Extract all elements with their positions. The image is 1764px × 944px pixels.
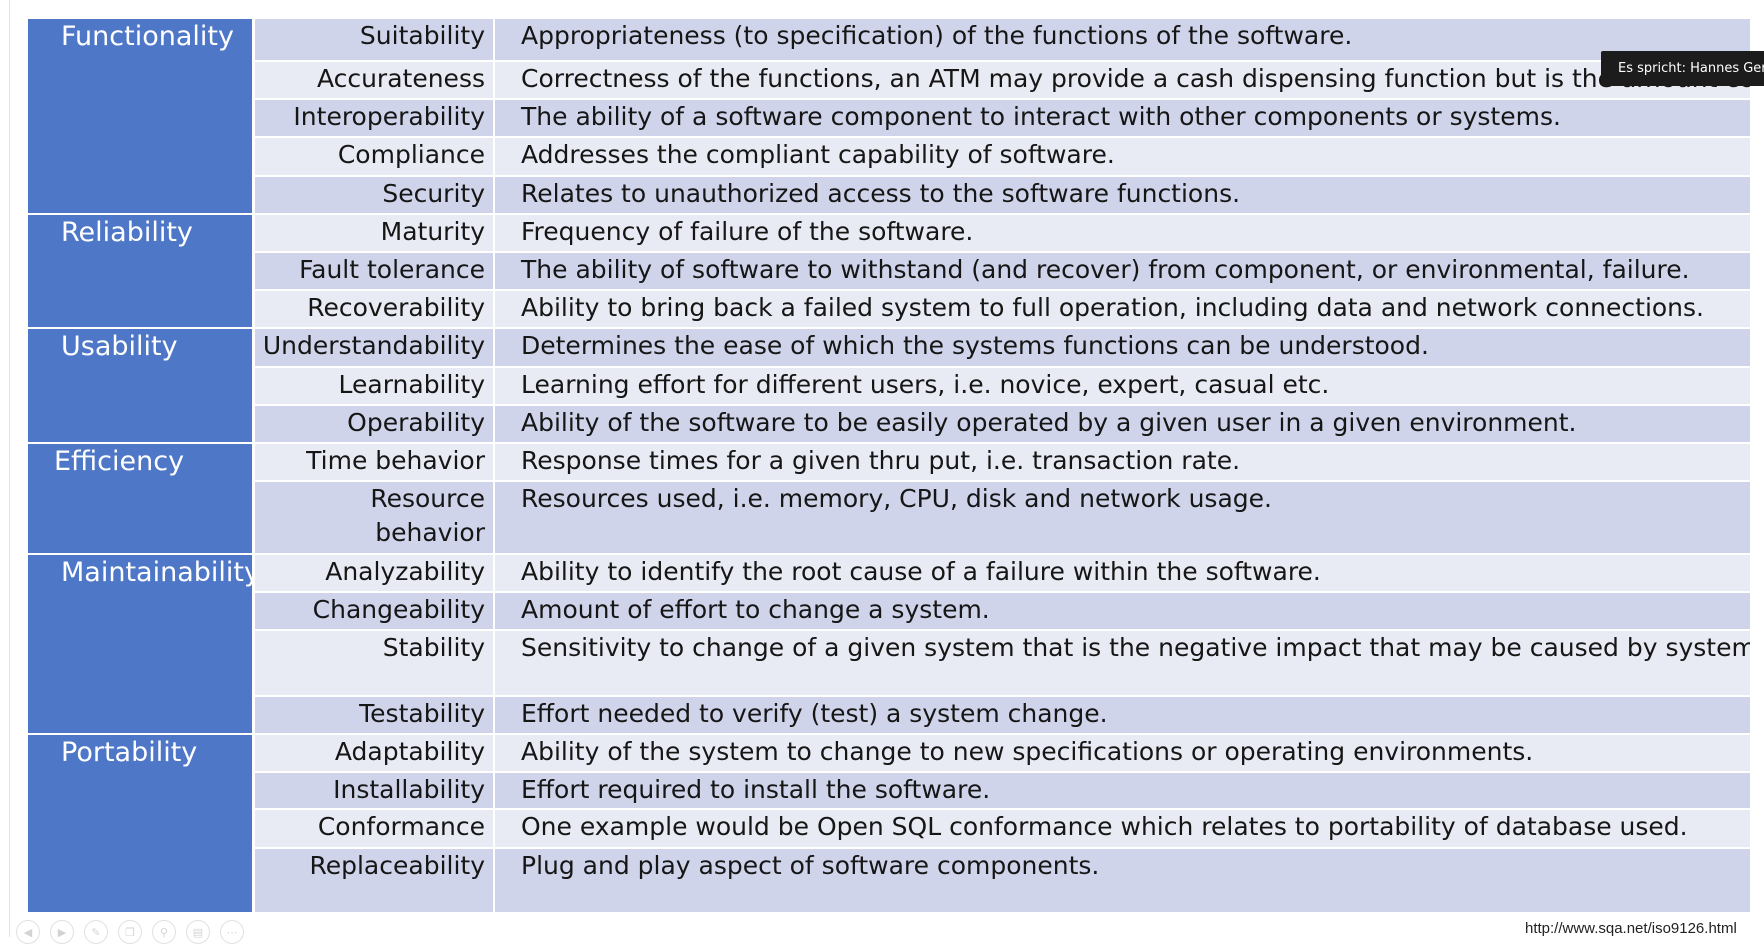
table-row: Fault tolerance The ability of software … [28,252,1750,291]
subcharacteristic-label: Changeability [255,593,495,632]
description-cell: Determines the ease of which the systems… [495,328,1750,368]
table-row: Changeability Amount of effort to change… [28,593,1750,632]
pen-icon[interactable]: ✎ [84,920,108,944]
table-row: Accurateness Correctness of the function… [28,62,1750,101]
subcharacteristic-label: Testability [255,696,495,735]
subcharacteristic-label: Suitability [255,19,495,63]
description-cell: Sensitivity to change of a given system … [495,631,1750,697]
description-cell: Amount of effort to change a system. [495,593,1750,632]
subcharacteristic-label: Understandability [255,328,495,368]
copy-icon[interactable]: ❐ [118,920,142,944]
description-cell: Resources used, i.e. memory, CPU, disk a… [495,481,1750,556]
description-cell: Appropriateness (to specification) of th… [495,19,1750,63]
description-cell: Plug and play aspect of software compone… [495,849,1750,914]
table-row: Recoverability Ability to bring back a f… [28,290,1750,329]
description-cell: Ability of the system to change to new s… [495,734,1750,773]
subcharacteristic-label: Fault tolerance [255,252,495,291]
description-cell: Correctness of the functions, an ATM may… [495,62,1750,101]
subcharacteristic-label: Replaceability [255,849,495,914]
description-cell: Ability to identify the root cause of a … [495,555,1750,594]
subcharacteristic-label: Recoverability [255,290,495,329]
iso-9126-quality-table: Functionality Suitability Appropriatenes… [28,19,1750,914]
table-row: Compliance Addresses the compliant capab… [28,138,1750,178]
subcharacteristic-label: Installability [255,772,495,811]
slide-nav-toolbar: ◀ ▶ ✎ ❐ ⚲ ▤ ⋯ [16,920,244,944]
source-link[interactable]: http://www.sqa.net/iso9126.html [1525,920,1737,937]
description-cell: Effort required to install the software. [495,772,1750,811]
table-row: Portability Adaptability Ability of the … [28,734,1750,914]
table-row: Installability Effort required to instal… [28,772,1750,811]
subcharacteristic-label: Resource behavior [255,481,495,556]
description-cell: Frequency of failure of the software. [495,215,1750,253]
subcharacteristic-label: Maturity [255,215,495,253]
subcharacteristic-label: Operability [255,405,495,444]
table-row: Replaceability Plug and play aspect of s… [28,849,1750,914]
window-edge [9,0,10,937]
description-cell: Addresses the compliant capability of so… [495,138,1750,178]
table-row: Conformance One example would be Open SQ… [28,810,1750,850]
table-row: Reliability Maturity Frequency of failur… [28,215,1750,329]
table-row: Security Relates to unauthorized access … [28,177,1750,216]
subcharacteristic-label: Conformance [255,810,495,850]
subcharacteristic-label: Compliance [255,138,495,178]
subcharacteristic-label-line: behavior [375,517,485,547]
description-cell: Effort needed to verify (test) a system … [495,696,1750,735]
table-row: Testability Effort needed to verify (tes… [28,696,1750,735]
description-cell: One example would be Open SQL conformanc… [495,810,1750,850]
table-row: Stability Sensitivity to change of a giv… [28,631,1750,697]
table-row: Interoperability The ability of a softwa… [28,100,1750,139]
subcharacteristic-label: Security [255,177,495,216]
table-row: Learnability Learning effort for differe… [28,367,1750,406]
description-cell: Response times for a given thru put, i.e… [495,443,1750,482]
subcharacteristic-label: Stability [255,631,495,697]
back-icon[interactable]: ◀ [16,920,40,944]
subcharacteristic-label: Interoperability [255,100,495,139]
category-portability: Portability [28,734,255,914]
table-row: Maintainability Analyzability Ability to… [28,555,1750,735]
description-cell: The ability of software to withstand (an… [495,252,1750,291]
table-row: Functionality Suitability Appropriatenes… [28,19,1750,216]
table-row: Operability Ability of the software to b… [28,405,1750,444]
subcharacteristic-label-line: Resource [370,483,485,513]
description-cell: Learning effort for different users, i.e… [495,367,1750,406]
subcharacteristic-label: Learnability [255,367,495,406]
table-row: Resource behavior Resources used, i.e. m… [28,481,1750,556]
speaker-tooltip: Es spricht: Hannes Gerne [1601,51,1764,86]
description-cell: Ability to bring back a failed system to… [495,290,1750,329]
slides-icon[interactable]: ▤ [186,920,210,944]
category-efficiency: Efficiency [28,443,255,556]
more-icon[interactable]: ⋯ [220,920,244,944]
category-functionality: Functionality [28,19,255,216]
description-cell: Relates to unauthorized access to the so… [495,177,1750,216]
description-cell: The ability of a software component to i… [495,100,1750,139]
table-row: Usability Understandability Determines t… [28,328,1750,444]
subcharacteristic-label: Adaptability [255,734,495,773]
subcharacteristic-label: Accurateness [255,62,495,101]
table-row: Efficiency Time behavior Response times … [28,443,1750,556]
zoom-icon[interactable]: ⚲ [152,920,176,944]
description-cell: Ability of the software to be easily ope… [495,405,1750,444]
subcharacteristic-label: Time behavior [255,443,495,482]
category-maintainability: Maintainability [28,555,255,735]
subcharacteristic-label: Analyzability [255,555,495,594]
play-icon[interactable]: ▶ [50,920,74,944]
category-usability: Usability [28,328,255,444]
category-reliability: Reliability [28,215,255,329]
